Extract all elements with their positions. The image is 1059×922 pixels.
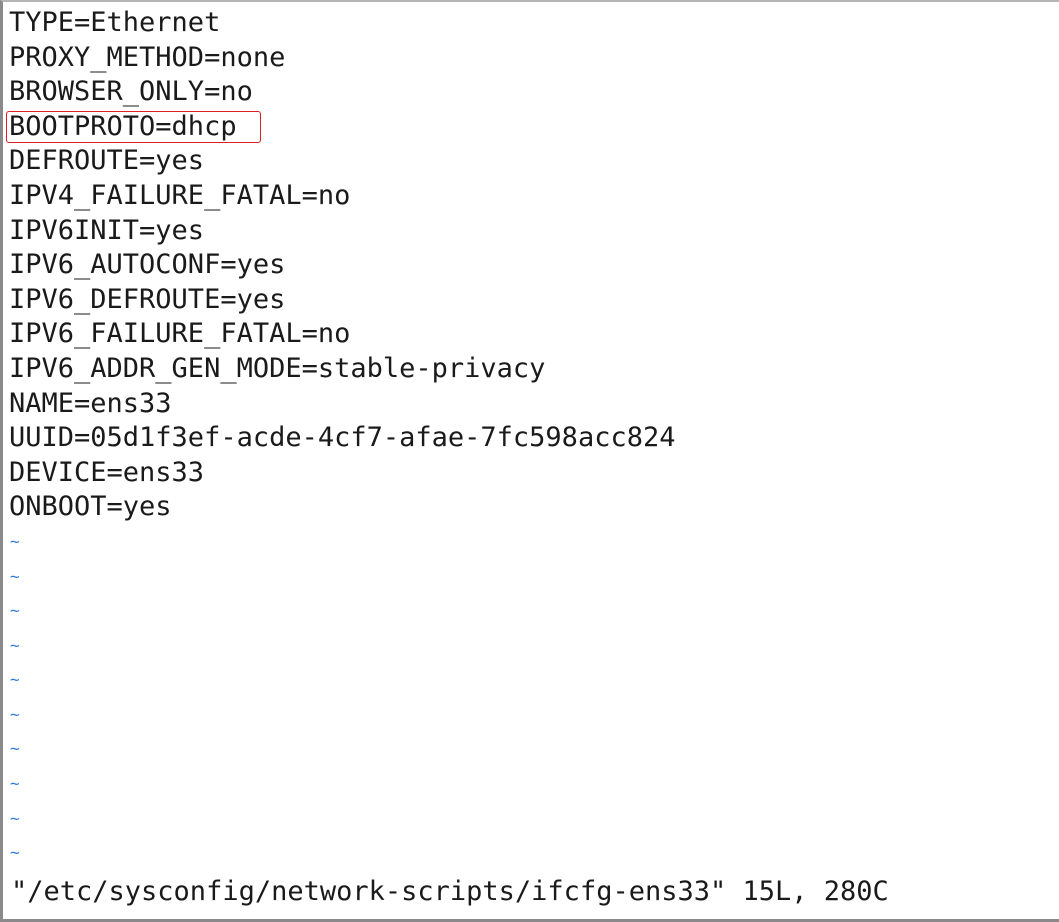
line-text: IPV6_ADDR_GEN_MODE=stable-privacy [9,352,546,384]
empty-line-marker: ~ [10,670,20,690]
line-text: ONBOOT=yes [9,491,172,523]
line-text: IPV6_DEFROUTE=yes [9,283,286,315]
empty-line-marker: ~ [10,635,20,655]
status-message: "/etc/sysconfig/network-scripts/ifcfg-en… [11,876,889,907]
config-line-type: TYPE=Ethernet [9,6,1059,41]
config-line-bootproto: BOOTPROTO=dhcp [6,110,1059,145]
config-line-browser-only: BROWSER_ONLY=no [9,75,1059,110]
config-line-ipv6-addr-gen-mode: IPV6_ADDR_GEN_MODE=stable-privacy [9,352,1059,387]
config-line-defroute: DEFROUTE=yes [9,144,1059,179]
highlighted-line-text: BOOTPROTO=dhcp [6,110,261,143]
config-line-ipv6init: IPV6INIT=yes [9,214,1059,249]
empty-line-marker: ~ [10,531,20,551]
empty-line-marker: ~ [10,808,20,828]
config-line-ipv6-autoconf: IPV6_AUTOCONF=yes [9,248,1059,283]
config-line-device: DEVICE=ens33 [9,456,1059,491]
config-line-name: NAME=ens33 [9,387,1059,422]
config-line-proxy-method: PROXY_METHOD=none [9,41,1059,76]
line-text: IPV6_AUTOCONF=yes [9,249,286,281]
config-line-onboot: ONBOOT=yes [9,490,1059,525]
empty-line-marker: ~ [10,601,20,621]
line-text: PROXY_METHOD=none [9,41,286,73]
line-text: IPV4_FAILURE_FATAL=no [9,179,351,211]
empty-line-marker: ~ [10,774,20,794]
config-line-ipv6-defroute: IPV6_DEFROUTE=yes [9,283,1059,318]
line-text: DEVICE=ens33 [9,456,205,488]
config-line-ipv6-failure-fatal: IPV6_FAILURE_FATAL=no [9,317,1059,352]
line-text: UUID=05d1f3ef-acde-4cf7-afae-7fc598acc82… [9,422,676,454]
line-text: NAME=ens33 [9,387,172,419]
config-line-uuid: UUID=05d1f3ef-acde-4cf7-afae-7fc598acc82… [9,421,1059,456]
terminal-window[interactable]: TYPE=Ethernet PROXY_METHOD=none BROWSER_… [0,0,1059,922]
line-text: IPV6INIT=yes [9,214,205,246]
line-text: DEFROUTE=yes [9,145,205,177]
line-text: IPV6_FAILURE_FATAL=no [9,318,351,350]
empty-line-marker: ~ [10,739,20,759]
empty-line-marker: ~ [10,566,20,586]
editor-buffer[interactable]: TYPE=Ethernet PROXY_METHOD=none BROWSER_… [6,6,1059,871]
empty-line-marker: ~ [10,843,20,863]
empty-line-marker: ~ [10,704,20,724]
config-line-ipv4-failure-fatal: IPV4_FAILURE_FATAL=no [9,179,1059,214]
line-text: BROWSER_ONLY=no [9,76,253,108]
line-text: TYPE=Ethernet [9,7,221,38]
